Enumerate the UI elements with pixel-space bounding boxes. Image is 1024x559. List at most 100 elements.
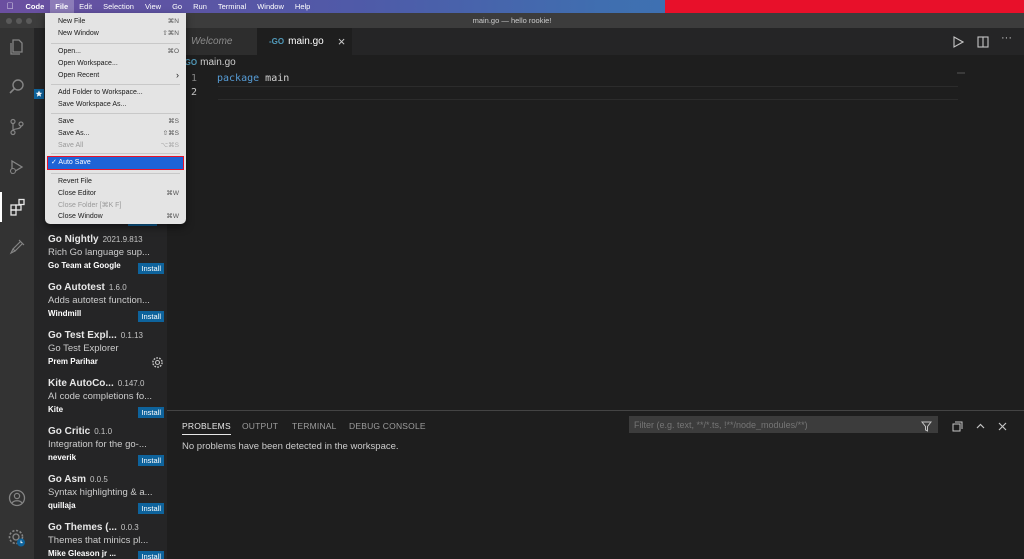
menu-edit[interactable]: Edit (74, 0, 98, 13)
menu-item-label: New Window (58, 30, 99, 37)
run-file-icon[interactable] (952, 35, 965, 53)
extension-version: 0.0.5 (89, 475, 108, 484)
menu-item-add-folder[interactable]: Add Folder to Workspace... (45, 87, 186, 98)
menu-item-label: Open... (58, 48, 81, 55)
install-button[interactable]: Install (138, 455, 164, 466)
extension-item[interactable]: Kite AutoCo... 0.147.0 AI code completion… (48, 378, 164, 418)
extension-description: AI code completions fo... (48, 391, 153, 402)
menu-code[interactable]: Code (20, 0, 50, 13)
menu-item-open-workspace[interactable]: Open Workspace... (45, 58, 186, 69)
manage-extension-gear-icon[interactable] (151, 356, 164, 374)
tab-terminal[interactable]: TERMINAL (292, 421, 337, 431)
extension-description: Themes that minics pl... (48, 535, 149, 546)
extension-name: Go Nightly (48, 234, 99, 245)
extension-publisher: Prem Parihar (48, 357, 98, 366)
menu-item-save[interactable]: Save ⌘S (45, 116, 186, 127)
minimap-indicator (957, 72, 965, 74)
macos-menubar:  Code File Edit Selection View Go Run T… (0, 0, 1024, 13)
tab-problems[interactable]: PROBLEMS (182, 421, 231, 435)
submenu-arrow-icon: › (176, 70, 179, 80)
menu-item-label: Open Workspace... (58, 60, 118, 67)
menu-item-close-folder: Close Folder [⌘K F] (45, 200, 186, 211)
collapse-all-icon[interactable] (952, 419, 963, 437)
menu-file[interactable]: File (49, 0, 74, 13)
tab-output[interactable]: OUTPUT (242, 421, 278, 431)
split-editor-icon[interactable] (977, 35, 989, 53)
file-menu-dropdown: New File ⌘N New Window ⇧⌘N Open... ⌘O Open … (45, 13, 186, 224)
close-panel-icon[interactable] (997, 419, 1008, 437)
extension-item[interactable]: Go Nightly 2021.9.813 Rich Go language su… (48, 234, 164, 274)
install-button[interactable]: Install (138, 551, 164, 559)
extensions-icon[interactable] (0, 192, 34, 222)
install-button[interactable]: Install (138, 263, 164, 274)
menu-item-save-workspace-as[interactable]: Save Workspace As... (45, 99, 186, 110)
menu-window[interactable]: Window (252, 0, 290, 13)
more-actions-icon[interactable]: ··· (1001, 32, 1012, 44)
maximize-panel-icon[interactable] (975, 419, 986, 437)
menu-item-shortcut: ⌘W (166, 213, 179, 220)
menu-item-close-editor[interactable]: Close Editor ⌘W (45, 188, 186, 199)
menu-item-label: Close Folder [⌘K F] (58, 202, 122, 209)
account-icon[interactable] (0, 483, 34, 513)
extension-version: 2021.9.813 (102, 235, 143, 244)
tab-main-go[interactable]: -GO main.go × (257, 28, 352, 55)
menu-item-shortcut: ⌘S (168, 118, 179, 125)
problems-message: No problems have been detected in the wo… (182, 441, 399, 452)
menu-item-shortcut: ⇧⌘S (162, 130, 179, 137)
extension-description: Adds autotest function... (48, 295, 150, 306)
run-debug-icon[interactable] (0, 152, 34, 182)
extension-item[interactable]: Go Asm 0.0.5 Syntax highlighting & a... q… (48, 474, 164, 514)
install-button[interactable]: Install (138, 407, 164, 418)
recommended-star-icon (34, 86, 44, 104)
editor-tab-bar: Welcome -GO main.go × ··· (167, 28, 1024, 55)
extension-item[interactable]: Go Test Expl... 0.1.13 Go Test Explorer P… (48, 330, 164, 368)
menu-selection[interactable]: Selection (98, 0, 140, 13)
menu-item-label: Open Recent (58, 72, 100, 79)
menu-item-close-window[interactable]: Close Window ⌘W (45, 211, 186, 222)
explorer-icon[interactable] (0, 32, 34, 62)
apple-menu-icon[interactable]:  (0, 0, 20, 13)
tab-label: Welcome (191, 36, 233, 47)
menu-item-save-all: Save All ⌥⌘S (45, 140, 186, 151)
menu-help[interactable]: Help (289, 0, 315, 13)
code-editor[interactable]: -GO main.go 1 package main 2 (167, 55, 1024, 410)
problems-filter-input[interactable] (629, 416, 938, 433)
menu-item-label: Save Workspace As... (58, 101, 127, 108)
window-title: main.go — hello rookie! (472, 16, 552, 25)
extension-version: 0.0.3 (120, 523, 139, 532)
close-tab-icon[interactable]: × (338, 34, 346, 49)
extension-name: Go Themes (... (48, 522, 117, 533)
source-control-icon[interactable] (0, 112, 34, 142)
menu-item-open-recent[interactable]: Open Recent › (45, 70, 186, 81)
menu-item-save-as[interactable]: Save As... ⇧⌘S (45, 128, 186, 139)
go-file-icon: -GO (269, 37, 285, 46)
menu-item-revert-file[interactable]: Revert File (45, 176, 186, 187)
install-button[interactable]: Install (138, 311, 164, 322)
extension-description: Rich Go language sup... (48, 247, 150, 258)
minimize-window-button[interactable] (16, 17, 22, 24)
breadcrumb[interactable]: -GO main.go (182, 57, 236, 68)
menu-run[interactable]: Run (188, 0, 213, 13)
extension-item[interactable]: Go Themes (... 0.0.3 Themes that minics p… (48, 522, 164, 559)
install-button[interactable]: Install (138, 503, 164, 514)
extension-item[interactable]: Go Autotest 1.6.0 Adds autotest function.… (48, 282, 164, 322)
code-text: main (259, 73, 290, 84)
tab-debug-console[interactable]: DEBUG CONSOLE (349, 421, 426, 431)
menu-item-new-file[interactable]: New File ⌘N (45, 16, 186, 27)
search-icon[interactable] (0, 72, 34, 102)
menu-item-label: Close Editor (58, 190, 97, 197)
extension-name: Kite AutoCo... (48, 378, 114, 389)
menu-item-auto-save[interactable]: ✓ Auto Save (47, 156, 184, 170)
testing-flask-icon[interactable] (0, 232, 34, 262)
manage-gear-icon[interactable] (0, 523, 34, 553)
menu-item-new-window[interactable]: New Window ⇧⌘N (45, 28, 186, 39)
extension-item[interactable]: Go Critic 0.1.0 Integration for the go-..… (48, 426, 164, 466)
menu-item-open[interactable]: Open... ⌘O (45, 46, 186, 57)
menu-terminal[interactable]: Terminal (212, 0, 251, 13)
menu-separator (51, 84, 180, 85)
menu-view[interactable]: View (139, 0, 166, 13)
filter-icon[interactable] (920, 419, 933, 437)
zoom-window-button[interactable] (26, 17, 32, 24)
menu-go[interactable]: Go (167, 0, 188, 13)
close-window-button[interactable] (6, 17, 12, 24)
